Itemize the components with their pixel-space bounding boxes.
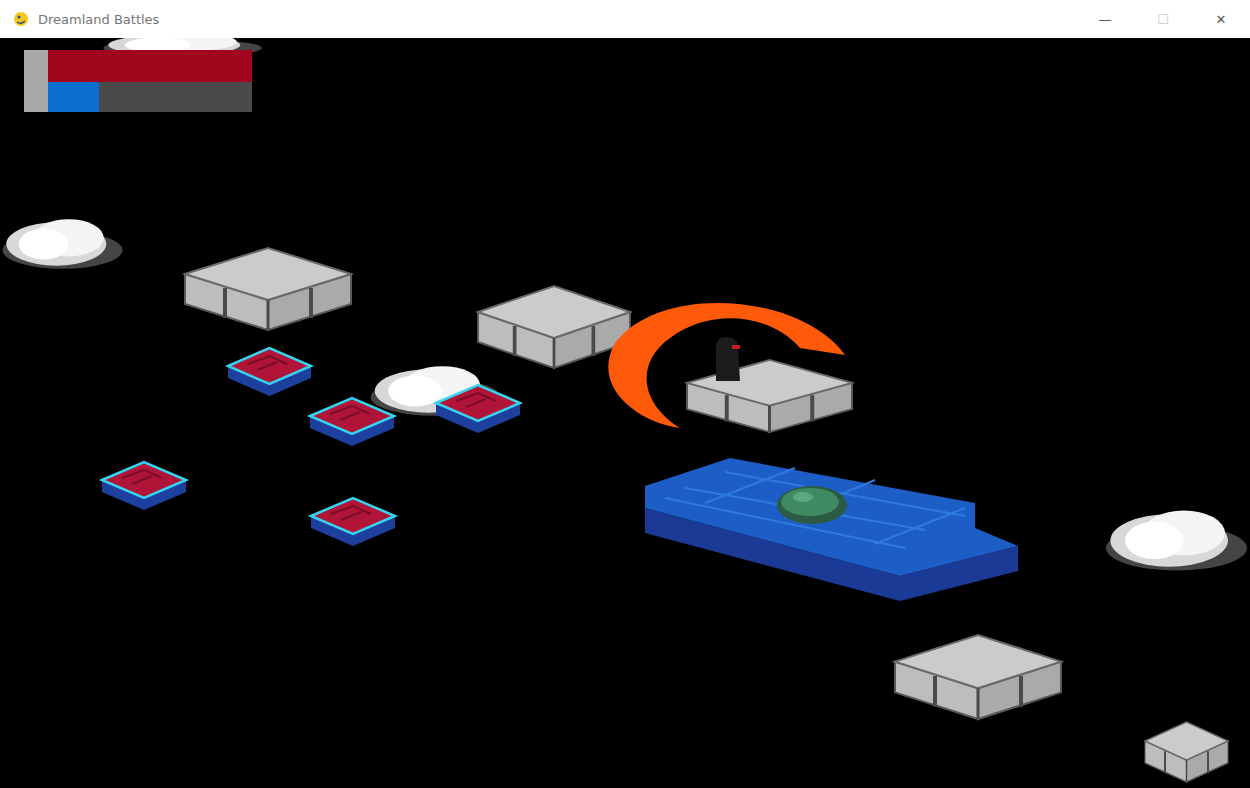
red-tile: [311, 498, 395, 548]
player: [708, 333, 748, 383]
stone-platform-icon: [895, 635, 1061, 719]
window-title: Dreamland Battles: [38, 12, 1076, 27]
mana-fill: [48, 82, 99, 112]
hud: [24, 50, 252, 112]
window-control-button: ☐: [1134, 0, 1192, 38]
player-icon: [708, 333, 748, 383]
stone-platform: [478, 286, 630, 368]
window-control-button[interactable]: —: [1076, 0, 1134, 38]
red-tile: [436, 385, 520, 435]
red-tile: [310, 398, 394, 448]
red-tile: [228, 348, 311, 398]
game-window: Dreamland Battles —☐✕: [0, 0, 1250, 788]
pygame-icon: [12, 10, 30, 28]
cloud-icon: [1103, 503, 1250, 578]
cloud-icon: [0, 213, 125, 275]
red-tile-icon: [436, 385, 520, 435]
red-tile-icon: [102, 462, 186, 512]
red-tile: [102, 462, 186, 512]
slime-icon: [775, 483, 849, 526]
cloud: [1103, 503, 1250, 578]
stone-platform: [687, 360, 852, 432]
red-tile-icon: [311, 498, 395, 548]
stone-platform-icon: [687, 360, 852, 432]
slime: [775, 483, 849, 526]
water-pool-icon: [645, 458, 1020, 608]
stone-platform: [185, 248, 351, 330]
game-scene: [0, 38, 1250, 788]
stone-platform: [1145, 722, 1228, 782]
cloud: [0, 213, 125, 275]
stone-platform-icon: [478, 286, 630, 368]
red-tile-icon: [228, 348, 311, 398]
stone-platform-icon: [185, 248, 351, 330]
red-tile-icon: [310, 398, 394, 448]
health-bar: [48, 50, 252, 82]
window-control-button[interactable]: ✕: [1192, 0, 1250, 38]
health-fill: [48, 50, 252, 82]
title-bar: Dreamland Battles —☐✕: [0, 0, 1250, 38]
water-pool: [645, 458, 1020, 608]
stone-platform-icon: [1145, 722, 1228, 782]
hud-portrait: [24, 50, 48, 112]
stone-platform: [895, 635, 1061, 719]
mana-bar: [48, 82, 252, 112]
